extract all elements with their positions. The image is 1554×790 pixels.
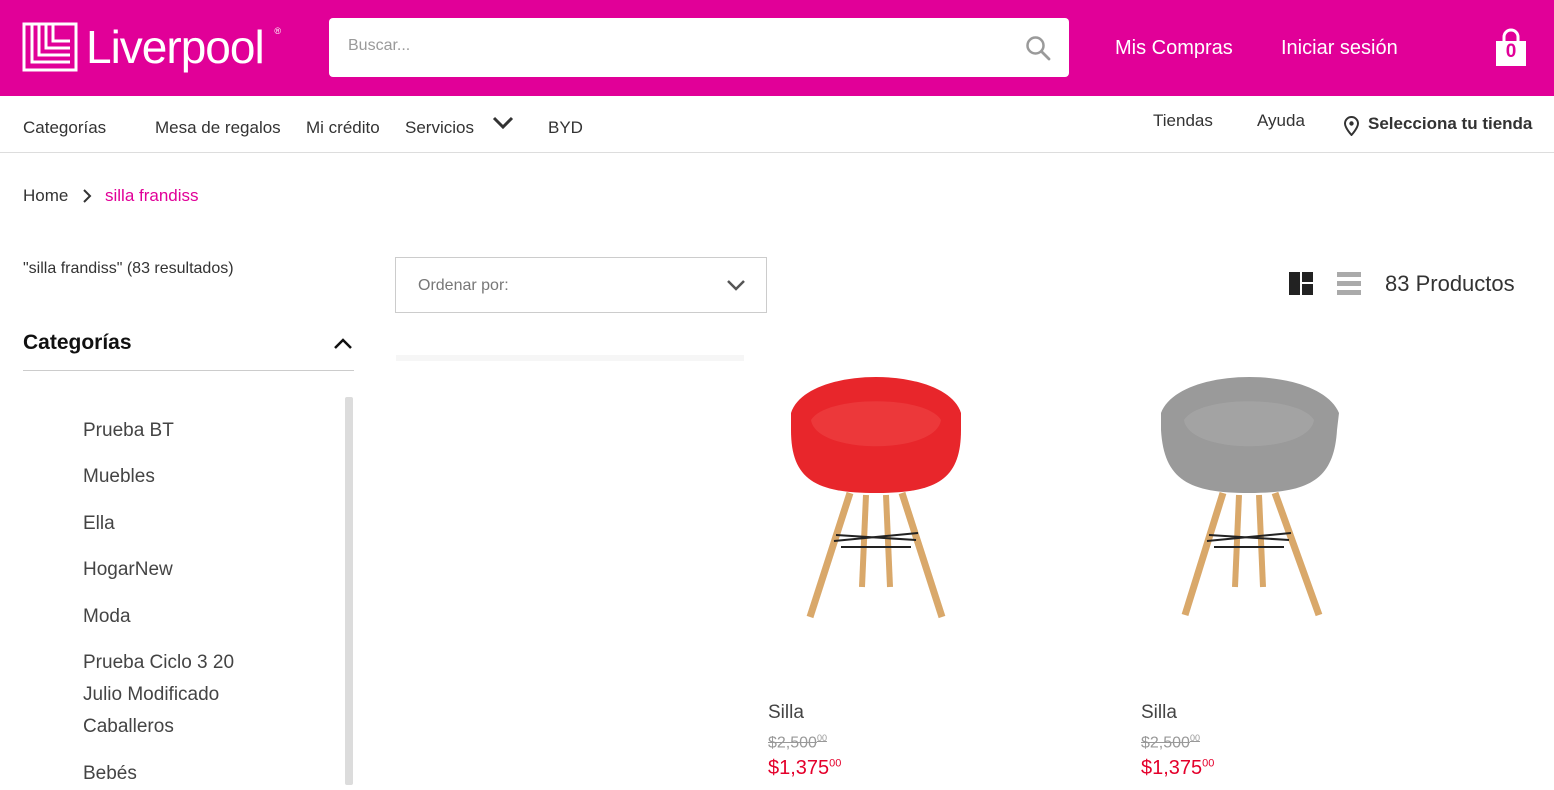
product-price: $1,37500 [768,757,842,779]
nav-ayuda[interactable]: Ayuda [1257,111,1305,131]
breadcrumb-home[interactable]: Home [23,186,68,206]
category-item[interactable]: Moda [83,601,333,633]
category-item[interactable]: Caballeros [83,711,333,743]
product-price: $1,37500 [1141,757,1215,779]
breadcrumb-current[interactable]: silla frandiss [105,186,199,206]
chevron-down-icon [727,280,745,291]
liverpool-logo-icon [22,22,78,72]
location-pin-icon [1343,116,1360,136]
product-image[interactable] [1139,365,1359,625]
list-view-icon[interactable] [1337,272,1361,295]
select-store-link[interactable]: Selecciona tu tienda [1368,114,1532,134]
logo-text: Liverpool [86,21,265,73]
mis-compras-link[interactable]: Mis Compras [1115,37,1233,60]
category-item[interactable]: Prueba BT [83,415,333,447]
chevron-right-icon [83,189,92,203]
iniciar-sesion-link[interactable]: Iniciar sesión [1281,37,1398,60]
product-old-price: $2,50000 [768,733,827,752]
nav-mi-credito[interactable]: Mi crédito [306,118,380,138]
category-item[interactable]: HogarNew [83,554,333,586]
category-item[interactable]: Ella [83,508,333,540]
chevron-up-icon[interactable] [333,337,353,351]
product-name[interactable]: Silla [1141,702,1177,724]
category-item[interactable]: Prueba Ciclo 3 20 [83,647,333,679]
categories-heading: Categorías [23,331,132,354]
category-item[interactable]: Bebés [83,758,333,790]
divider [23,370,354,371]
chevron-down-icon[interactable] [491,115,515,131]
main-nav: Categorías Mesa de regalos Mi crédito Se… [0,96,1554,153]
product-old-price: $2,50000 [1141,733,1200,752]
search-box [329,18,1069,77]
cart-button[interactable]: 0 [1493,28,1529,68]
logo-registered: ® [274,26,281,36]
product-placeholder [396,355,744,361]
liverpool-logo[interactable]: Liverpool ® [22,16,287,78]
nav-tiendas[interactable]: Tiendas [1153,111,1213,131]
product-name[interactable]: Silla [768,702,804,724]
product-count: 83 Productos [1385,271,1515,296]
product-image[interactable] [766,365,986,625]
nav-byd[interactable]: BYD [548,118,583,138]
search-input[interactable] [346,36,1010,56]
sidebar-scrollbar[interactable] [345,397,353,785]
nav-servicios[interactable]: Servicios [405,118,474,138]
header-bar: Liverpool ® Mis Compras Iniciar sesión 0 [0,0,1554,96]
results-summary: "silla frandiss" (83 resultados) [23,260,234,277]
grid-view-icon[interactable] [1289,272,1313,295]
nav-categorias[interactable]: Categorías [23,118,106,138]
sort-dropdown[interactable]: Ordenar por: [395,257,767,313]
category-item[interactable]: Julio Modificado [83,679,333,711]
sort-label: Ordenar por: [418,277,509,294]
category-item[interactable]: Muebles [83,461,333,493]
nav-mesa-de-regalos[interactable]: Mesa de regalos [155,118,281,138]
search-icon[interactable] [1025,35,1051,61]
cart-count: 0 [1505,41,1517,62]
